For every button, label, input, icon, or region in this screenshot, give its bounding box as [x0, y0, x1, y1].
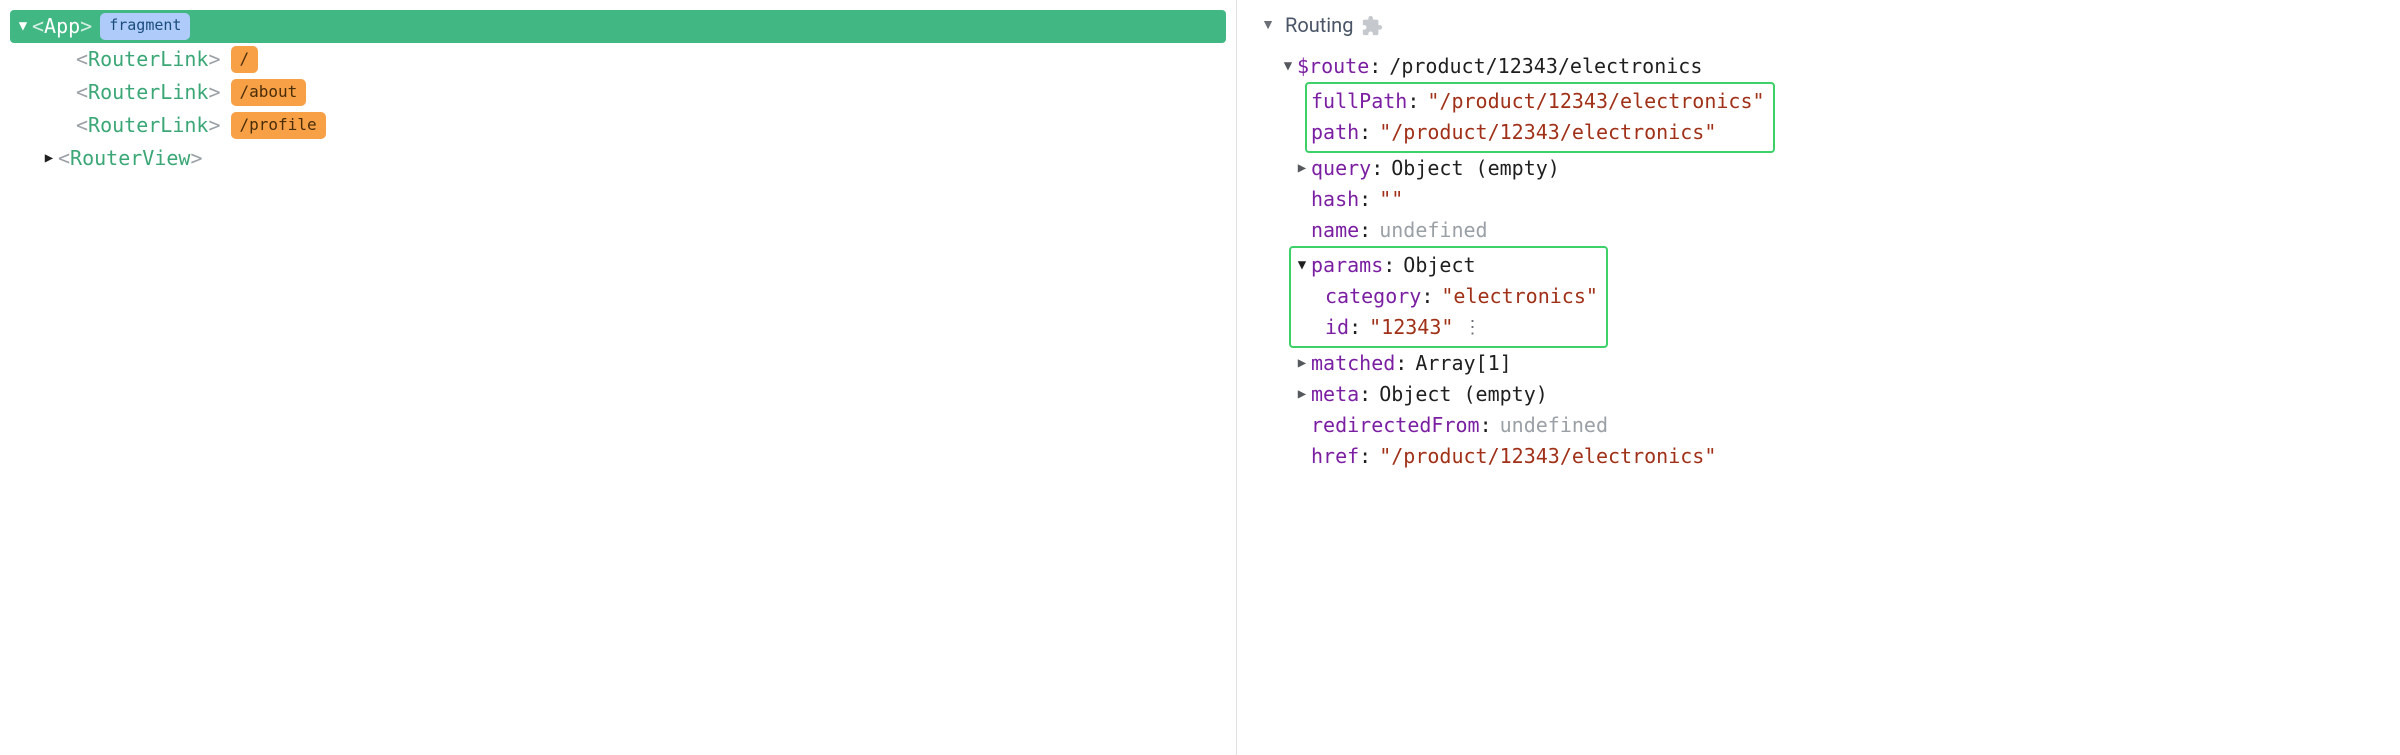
- colon: :: [1480, 410, 1492, 441]
- angle-close: >: [190, 143, 202, 174]
- prop-key: $route: [1297, 51, 1369, 82]
- component-tag: RouterLink: [88, 110, 208, 141]
- prop-key: fullPath: [1311, 86, 1407, 117]
- prop-name[interactable]: name: undefined: [1311, 215, 2388, 246]
- prop-path[interactable]: path: "/product/12343/electronics": [1311, 117, 1765, 148]
- caret-right-icon[interactable]: ▶: [40, 148, 58, 170]
- caret-right-icon[interactable]: ▶: [1293, 384, 1311, 406]
- prop-hash[interactable]: hash: "": [1311, 184, 2388, 215]
- component-tag: App: [44, 11, 80, 42]
- prop-value: Array[1]: [1415, 348, 1511, 379]
- tree-row-routerview[interactable]: ▶ <RouterView>: [0, 142, 1236, 175]
- prop-key: matched: [1311, 348, 1395, 379]
- colon: :: [1359, 184, 1371, 215]
- angle-open: <: [76, 44, 88, 75]
- angle-open: <: [32, 11, 44, 42]
- angle-open: <: [76, 110, 88, 141]
- component-tag: RouterLink: [88, 77, 208, 108]
- caret-right-icon[interactable]: ▶: [1293, 158, 1311, 180]
- component-tag: RouterView: [70, 143, 190, 174]
- angle-close: >: [208, 44, 220, 75]
- prop-matched[interactable]: ▶ matched: Array[1]: [1293, 348, 2388, 379]
- prop-key: params: [1311, 250, 1383, 281]
- angle-close: >: [80, 11, 92, 42]
- prop-meta[interactable]: ▶ meta: Object (empty): [1293, 379, 2388, 410]
- colon: :: [1369, 51, 1381, 82]
- component-tag: RouterLink: [88, 44, 208, 75]
- prop-value: /product/12343/electronics: [1389, 51, 1702, 82]
- caret-down-icon[interactable]: ▼: [1259, 15, 1277, 37]
- props-list: ▼ $route: /product/12343/electronics ful…: [1259, 51, 2388, 472]
- prop-value: "/product/12343/electronics": [1427, 86, 1764, 117]
- kebab-menu-icon[interactable]: ⋮: [1463, 314, 1481, 342]
- tree-row-routerlink-1[interactable]: ▶ <RouterLink> /about: [0, 76, 1236, 109]
- colon: :: [1421, 281, 1433, 312]
- tree-row-routerlink-2[interactable]: ▶ <RouterLink> /profile: [0, 109, 1236, 142]
- colon: :: [1359, 117, 1371, 148]
- route-badge: /about: [231, 79, 307, 107]
- puzzle-icon: [1361, 15, 1383, 37]
- colon: :: [1371, 153, 1383, 184]
- routing-section-title: Routing: [1285, 10, 1353, 41]
- tree-row-app[interactable]: ▼ <App> fragment: [10, 10, 1226, 43]
- colon: :: [1407, 86, 1419, 117]
- prop-value: "/product/12343/electronics": [1379, 441, 1716, 472]
- prop-key: meta: [1311, 379, 1359, 410]
- prop-query[interactable]: ▶ query: Object (empty): [1293, 153, 2388, 184]
- prop-value: Object (empty): [1379, 379, 1548, 410]
- angle-open: <: [58, 143, 70, 174]
- prop-key: id: [1325, 312, 1349, 343]
- prop-params-category[interactable]: category: "electronics": [1325, 281, 1598, 312]
- prop-key: name: [1311, 215, 1359, 246]
- prop-key: category: [1325, 281, 1421, 312]
- colon: :: [1395, 348, 1407, 379]
- angle-close: >: [208, 77, 220, 108]
- caret-down-icon[interactable]: ▼: [14, 16, 32, 38]
- component-tree-pane: ▼ <App> fragment ▶ <RouterLink> / ▶ <Rou…: [0, 0, 1236, 755]
- colon: :: [1359, 215, 1371, 246]
- angle-close: >: [208, 110, 220, 141]
- prop-value: undefined: [1500, 410, 1608, 441]
- prop-value: "electronics": [1441, 281, 1598, 312]
- fragment-badge: fragment: [100, 13, 190, 39]
- prop-fullpath[interactable]: fullPath: "/product/12343/electronics": [1311, 86, 1765, 117]
- prop-route[interactable]: ▼ $route: /product/12343/electronics: [1279, 51, 2388, 82]
- prop-value: Object (empty): [1391, 153, 1560, 184]
- highlight-params: ▼ params: Object category: "electronics"…: [1289, 246, 1608, 348]
- caret-right-icon[interactable]: ▶: [1293, 353, 1311, 375]
- prop-value: "12343": [1369, 312, 1453, 343]
- prop-value: "/product/12343/electronics": [1379, 117, 1716, 148]
- colon: :: [1349, 312, 1361, 343]
- angle-open: <: [76, 77, 88, 108]
- route-badge: /profile: [231, 112, 326, 140]
- prop-key: hash: [1311, 184, 1359, 215]
- devtools-root: ▼ <App> fragment ▶ <RouterLink> / ▶ <Rou…: [0, 0, 2400, 755]
- colon: :: [1359, 379, 1371, 410]
- routing-pane: ▼ Routing ▼ $route: /product/12343/elect…: [1237, 0, 2400, 755]
- prop-key: redirectedFrom: [1311, 410, 1480, 441]
- prop-key: href: [1311, 441, 1359, 472]
- colon: :: [1383, 250, 1395, 281]
- prop-value: undefined: [1379, 215, 1487, 246]
- prop-href[interactable]: href: "/product/12343/electronics": [1311, 441, 2388, 472]
- prop-params-id[interactable]: id: "12343" ⋮: [1325, 312, 1598, 343]
- prop-key: path: [1311, 117, 1359, 148]
- caret-down-icon[interactable]: ▼: [1293, 255, 1311, 277]
- highlight-fullpath-path: fullPath: "/product/12343/electronics" p…: [1305, 82, 1775, 153]
- routing-section-header[interactable]: ▼ Routing: [1259, 10, 2388, 41]
- colon: :: [1359, 441, 1371, 472]
- prop-value: Object: [1403, 250, 1475, 281]
- route-badge: /: [231, 46, 259, 74]
- prop-value: "": [1379, 184, 1403, 215]
- caret-down-icon[interactable]: ▼: [1279, 56, 1297, 78]
- tree-row-routerlink-0[interactable]: ▶ <RouterLink> /: [0, 43, 1236, 76]
- prop-redirectedfrom[interactable]: redirectedFrom: undefined: [1311, 410, 2388, 441]
- prop-key: query: [1311, 153, 1371, 184]
- prop-params[interactable]: ▼ params: Object: [1293, 250, 1598, 281]
